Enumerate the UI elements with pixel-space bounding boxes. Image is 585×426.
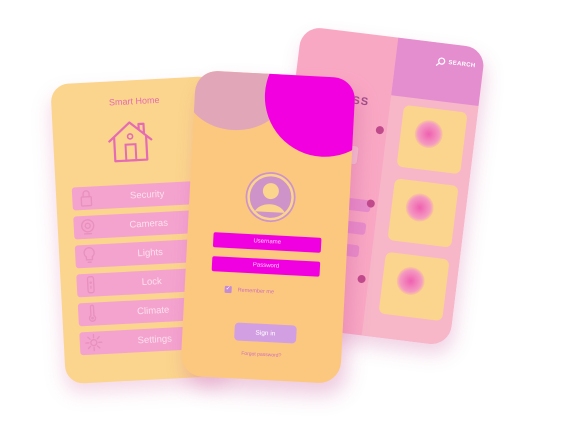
menu-item-label: Lock	[141, 275, 163, 289]
password-input[interactable]	[211, 256, 321, 277]
glow-orb	[413, 118, 445, 150]
glow-orb	[404, 191, 436, 224]
remember-me-option[interactable]: ✓ Remember me	[224, 285, 275, 296]
status-dot	[366, 199, 376, 209]
lightbulb-icon	[83, 247, 95, 264]
menu-item-label: Settings	[137, 333, 173, 347]
remember-me-label: Remember me	[237, 287, 275, 295]
app-title: Smart Home	[108, 94, 160, 108]
search-icon	[435, 57, 446, 66]
device-card[interactable]	[396, 104, 468, 175]
avatar	[244, 170, 297, 224]
status-dot	[357, 274, 367, 284]
glow-orb	[395, 265, 427, 297]
device-card[interactable]	[387, 178, 459, 248]
search-label: SEARCH	[448, 59, 476, 70]
remember-me-checkbox[interactable]: ✓	[224, 285, 232, 294]
camera-icon	[81, 219, 95, 235]
user-icon	[247, 173, 294, 221]
thermometer-icon	[88, 304, 97, 322]
menu-item-label: Security	[129, 188, 165, 202]
menu-item-label: Lights	[137, 246, 164, 260]
search-button[interactable]: SEARCH	[435, 56, 476, 71]
menu-item-label: Climate	[136, 304, 170, 318]
lock-icon	[80, 190, 93, 207]
login-phone: ✓ Remember me Sign in Forgot password?	[180, 70, 356, 384]
house-icon	[108, 121, 153, 163]
menu-item-label: Cameras	[129, 217, 169, 231]
door-lock-icon	[86, 275, 95, 294]
device-card[interactable]	[378, 251, 450, 322]
decorative-blob	[261, 70, 356, 160]
back-phone-header: SEARCH	[391, 37, 486, 106]
gear-icon	[85, 333, 103, 352]
forgot-password-link[interactable]: Forgot password?	[181, 348, 341, 362]
mockup-stage: SEARCH NESS Smart Home Security	[0, 0, 585, 426]
status-dot	[375, 125, 385, 135]
username-input[interactable]	[212, 232, 322, 253]
sign-in-button[interactable]: Sign in	[234, 322, 297, 344]
